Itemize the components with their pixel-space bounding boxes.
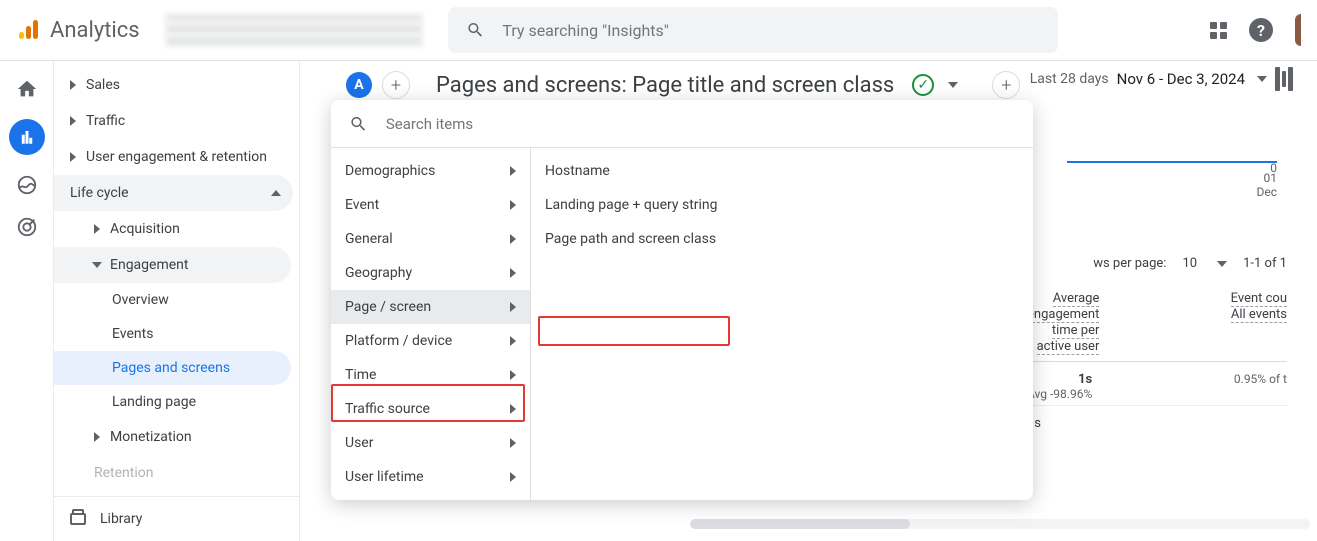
panel-category-item[interactable]: Event — [331, 188, 530, 222]
table-fragment: ws per page: 10 1-1 of 1 Average engagem… — [1027, 256, 1287, 435]
panel-option-item[interactable]: Page path and screen class — [531, 222, 1033, 256]
add-comparison-button[interactable]: + — [382, 71, 410, 99]
panel-category-item[interactable]: Time — [331, 358, 530, 392]
sidebar-item-acquisition[interactable]: Acquisition — [54, 211, 299, 247]
date-picker[interactable]: Last 28 days Nov 6 - Dec 3, 2024 — [1030, 67, 1293, 91]
panel-category-item[interactable]: General — [331, 222, 530, 256]
sidebar-item-sales[interactable]: Sales — [54, 67, 299, 103]
col-sub[interactable]: All events — [1231, 307, 1287, 323]
panel-category-item[interactable]: Traffic source — [331, 392, 530, 426]
panel-category-item[interactable]: User — [331, 426, 530, 460]
panel-option-item[interactable]: Hostname — [531, 154, 1033, 188]
sidebar-item-engagement[interactable]: Engagement — [54, 247, 291, 283]
col-header[interactable]: Average — [1053, 291, 1100, 307]
sidebar-section-lifecycle[interactable]: Life cycle — [54, 175, 293, 211]
search-icon — [466, 20, 485, 40]
pagination-range: 1-1 of 1 — [1243, 256, 1287, 271]
panel-category-item[interactable]: Demographics — [331, 154, 530, 188]
global-search[interactable] — [448, 7, 1058, 53]
date-label: Last 28 days — [1030, 71, 1109, 87]
report-title: Pages and screens: Page title and screen… — [436, 73, 894, 98]
sidebar-label: Monetization — [110, 429, 192, 445]
sidebar-label: Sales — [86, 77, 120, 93]
explore-icon[interactable] — [15, 173, 39, 197]
status-check-icon[interactable]: ✓ — [912, 74, 934, 96]
library-label: Library — [100, 511, 142, 527]
sidebar-library[interactable]: Library — [54, 496, 299, 541]
avatar[interactable] — [1295, 14, 1301, 46]
panel-category-item[interactable]: Page / screen — [331, 290, 530, 324]
comparison-badge[interactable]: A — [346, 72, 372, 98]
col-header: engagement — [1027, 307, 1099, 323]
panel-option-item[interactable]: Landing page + query string — [531, 188, 1033, 222]
sidebar-item-monetization[interactable]: Monetization — [54, 419, 299, 455]
dimension-picker-panel: DemographicsEventGeneralGeographyPage / … — [331, 100, 1033, 500]
chart-fragment: 01 Dec — [1067, 161, 1277, 199]
sidebar-label: User engagement & retention — [86, 149, 267, 165]
panel-category-column: DemographicsEventGeneralGeographyPage / … — [331, 148, 531, 500]
sidebar-item-pages-screens[interactable]: Pages and screens — [54, 351, 291, 385]
chevron-down-icon[interactable] — [948, 82, 958, 88]
chevron-down-icon[interactable] — [1217, 261, 1227, 267]
sidebar-item-traffic[interactable]: Traffic — [54, 103, 299, 139]
global-search-input[interactable] — [502, 21, 1039, 40]
top-bar: Analytics ? — [0, 0, 1317, 60]
panel-search[interactable] — [331, 100, 1033, 148]
date-range: Nov 6 - Dec 3, 2024 — [1117, 70, 1245, 88]
cell-sub: Avg -98.96% — [1027, 387, 1092, 401]
cell-value: 1s — [1078, 372, 1092, 387]
col-header[interactable]: Event cou — [1231, 291, 1287, 307]
col-header: time per — [1052, 323, 1100, 339]
rows-per-page-value[interactable]: 10 — [1182, 256, 1197, 271]
cell-sub: 0.95% of t — [1234, 372, 1287, 386]
sidebar-label: Engagement — [110, 257, 188, 273]
home-icon[interactable] — [15, 77, 39, 101]
sidebar-item-retention-cut[interactable]: Retention — [54, 455, 299, 491]
library-icon — [70, 513, 86, 525]
advertising-icon[interactable] — [15, 215, 39, 239]
left-rail — [0, 61, 54, 541]
apps-icon[interactable] — [1210, 22, 1227, 39]
chevron-down-icon — [1257, 76, 1267, 82]
reports-icon[interactable] — [9, 119, 45, 155]
product-name: Analytics — [50, 18, 140, 43]
panel-category-item[interactable]: Platform / device — [331, 324, 530, 358]
help-icon[interactable]: ? — [1249, 18, 1273, 42]
col-header: active user — [1037, 339, 1100, 355]
add-dimension-button[interactable]: + — [992, 71, 1020, 99]
panel-search-input[interactable] — [386, 115, 1015, 133]
panel-option-column: HostnameLanding page + query stringPage … — [531, 148, 1033, 500]
panel-category-item[interactable]: User lifetime — [331, 460, 530, 494]
rows-per-page-label: ws per page: — [1093, 256, 1166, 271]
sidebar-section-label: Life cycle — [70, 185, 129, 201]
product-logo[interactable]: Analytics — [16, 18, 140, 43]
chevron-up-icon — [271, 190, 281, 196]
sidebar-label: Retention — [94, 465, 154, 481]
sidebar-item-events[interactable]: Events — [54, 317, 299, 351]
sidebar-label: Traffic — [86, 113, 125, 129]
account-selector-blurred[interactable] — [164, 12, 424, 48]
sidebar-item-overview[interactable]: Overview — [54, 283, 299, 317]
sidebar-item-retention-top[interactable]: User engagement & retention — [54, 139, 299, 175]
sidebar-item-landing-page[interactable]: Landing page — [54, 385, 299, 419]
report-sidebar: Sales Traffic User engagement & retentio… — [54, 61, 300, 541]
horizontal-scrollbar[interactable] — [690, 519, 1310, 529]
sidebar-label: Acquisition — [110, 221, 180, 237]
compare-icon[interactable] — [1275, 67, 1293, 91]
analytics-logo-icon — [16, 18, 40, 42]
chart-tick: Dec — [1256, 185, 1277, 199]
chart-y-zero: 0 — [1270, 161, 1277, 175]
search-icon — [349, 114, 368, 134]
panel-category-item[interactable]: Geography — [331, 256, 530, 290]
